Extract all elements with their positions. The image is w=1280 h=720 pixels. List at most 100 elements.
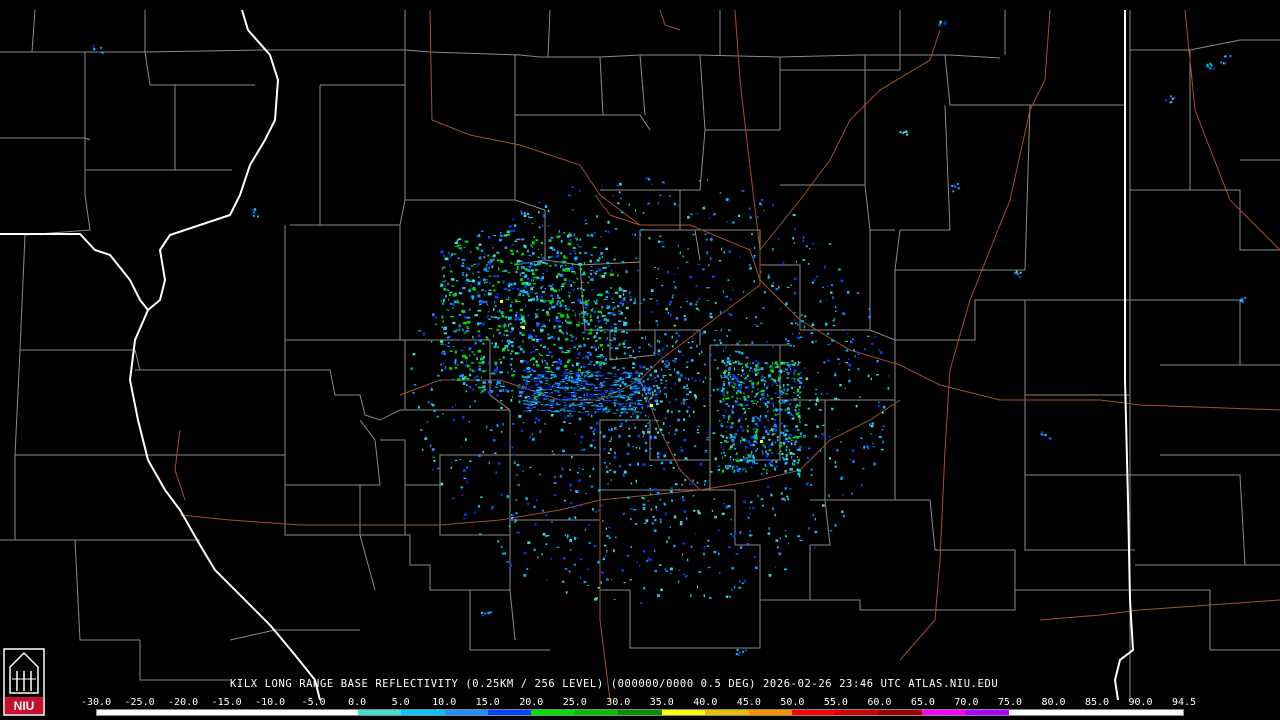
echo-pixel [541, 371, 543, 373]
echo-pixel [706, 437, 709, 439]
echo-pixel [532, 246, 534, 248]
echo-pixel [649, 435, 652, 439]
echo-pixel [609, 448, 612, 451]
echo-pixel [673, 273, 675, 276]
echo-pixel [592, 507, 594, 511]
echo-pixel [735, 387, 739, 389]
echo-pixel [523, 379, 528, 381]
echo-pixel [520, 278, 523, 281]
echo-pixel [795, 425, 798, 428]
echo-pixel [749, 207, 751, 210]
echo-pixel [627, 373, 632, 375]
echo-pixel [608, 536, 611, 539]
echo-pixel [689, 346, 693, 349]
echo-pixel [578, 313, 581, 315]
echo-pixel [519, 331, 522, 335]
echo-pixel [466, 378, 470, 381]
echo-pixel [600, 385, 606, 387]
echo-pixel [656, 392, 658, 394]
echo-pixel [826, 285, 829, 287]
echo-pixel [669, 374, 672, 376]
echo-pixel [530, 368, 533, 371]
echo-pixel [729, 354, 732, 356]
echo-pixel [674, 286, 677, 289]
echo-pixel [767, 419, 769, 422]
echo-pixel [641, 497, 644, 499]
echo-pixel [613, 397, 617, 399]
echo-pixel [535, 309, 539, 311]
echo-pixel [562, 421, 566, 423]
echo-pixel [752, 402, 755, 404]
echo-pixel [636, 562, 639, 564]
echo-pixel [551, 411, 555, 413]
echo-pixel [550, 557, 552, 561]
echo-pixel [478, 368, 482, 371]
echo-pixel [524, 322, 527, 326]
echo-pixel [651, 419, 653, 422]
echo-pixel [588, 332, 593, 335]
echo-pixel [525, 304, 527, 308]
echo-pixel [466, 327, 470, 329]
echo-pixel [522, 385, 524, 388]
echo-pixel [681, 484, 683, 486]
echo-pixel [457, 257, 460, 259]
echo-pixel [544, 325, 546, 329]
echo-pixel [613, 549, 615, 553]
echo-pixel [644, 449, 648, 452]
echo-pixel [534, 269, 538, 271]
echo-pixel [745, 417, 747, 420]
echo-pixel [560, 387, 563, 389]
echo-pixel [747, 459, 751, 462]
echo-pixel [730, 380, 733, 384]
echo-pixel [554, 361, 558, 363]
echo-pixel [529, 291, 533, 293]
echo-pixel [670, 313, 672, 317]
echo-pixel [532, 252, 535, 255]
echo-pixel [796, 456, 799, 458]
echo-pixel [695, 533, 697, 535]
echo-pixel [552, 337, 556, 340]
echo-pixel [602, 396, 606, 398]
echo-pixel [764, 362, 766, 365]
volume-info: (000000/0000 0.5 DEG) [610, 678, 763, 690]
echo-pixel [526, 395, 530, 397]
echo-pixel [749, 534, 752, 537]
echo-pixel [462, 382, 466, 385]
echo-pixel [807, 407, 810, 410]
echo-pixel [563, 499, 566, 502]
echo-pixel [822, 424, 825, 427]
echo-pixel [725, 295, 728, 298]
echo-pixel [756, 417, 760, 419]
echo-pixel [736, 457, 739, 459]
echo-pixel [568, 376, 571, 378]
echo-pixel [642, 503, 646, 506]
echo-pixel [753, 436, 756, 440]
echo-pixel [764, 398, 768, 400]
echo-pixel [789, 451, 793, 455]
echo-pixel [725, 439, 727, 443]
echo-pixel [612, 391, 617, 393]
echo-pixel [511, 250, 514, 253]
echo-pixel [508, 330, 510, 332]
echo-pixel [666, 270, 669, 274]
echo-pixel [746, 374, 750, 377]
echo-pixel [751, 419, 755, 423]
echo-pixel [783, 392, 785, 395]
echo-pixel [763, 210, 765, 212]
echo-pixel [462, 354, 466, 358]
echo-pixel [585, 384, 588, 386]
echo-pixel [826, 298, 828, 301]
echo-pixel [708, 264, 710, 267]
echo-pixel [534, 421, 537, 424]
echo-pixel [794, 461, 798, 463]
echo-pixel [522, 370, 526, 372]
echo-pixel [556, 251, 559, 254]
echo-pixel [634, 390, 638, 392]
echo-pixel [650, 392, 652, 395]
echo-pixel [639, 564, 641, 567]
echo-pixel [743, 457, 747, 461]
scale-label: 35.0 [649, 697, 674, 708]
echo-pixel [514, 224, 517, 227]
echo-pixel [562, 580, 565, 583]
echo-pixel [643, 549, 646, 553]
